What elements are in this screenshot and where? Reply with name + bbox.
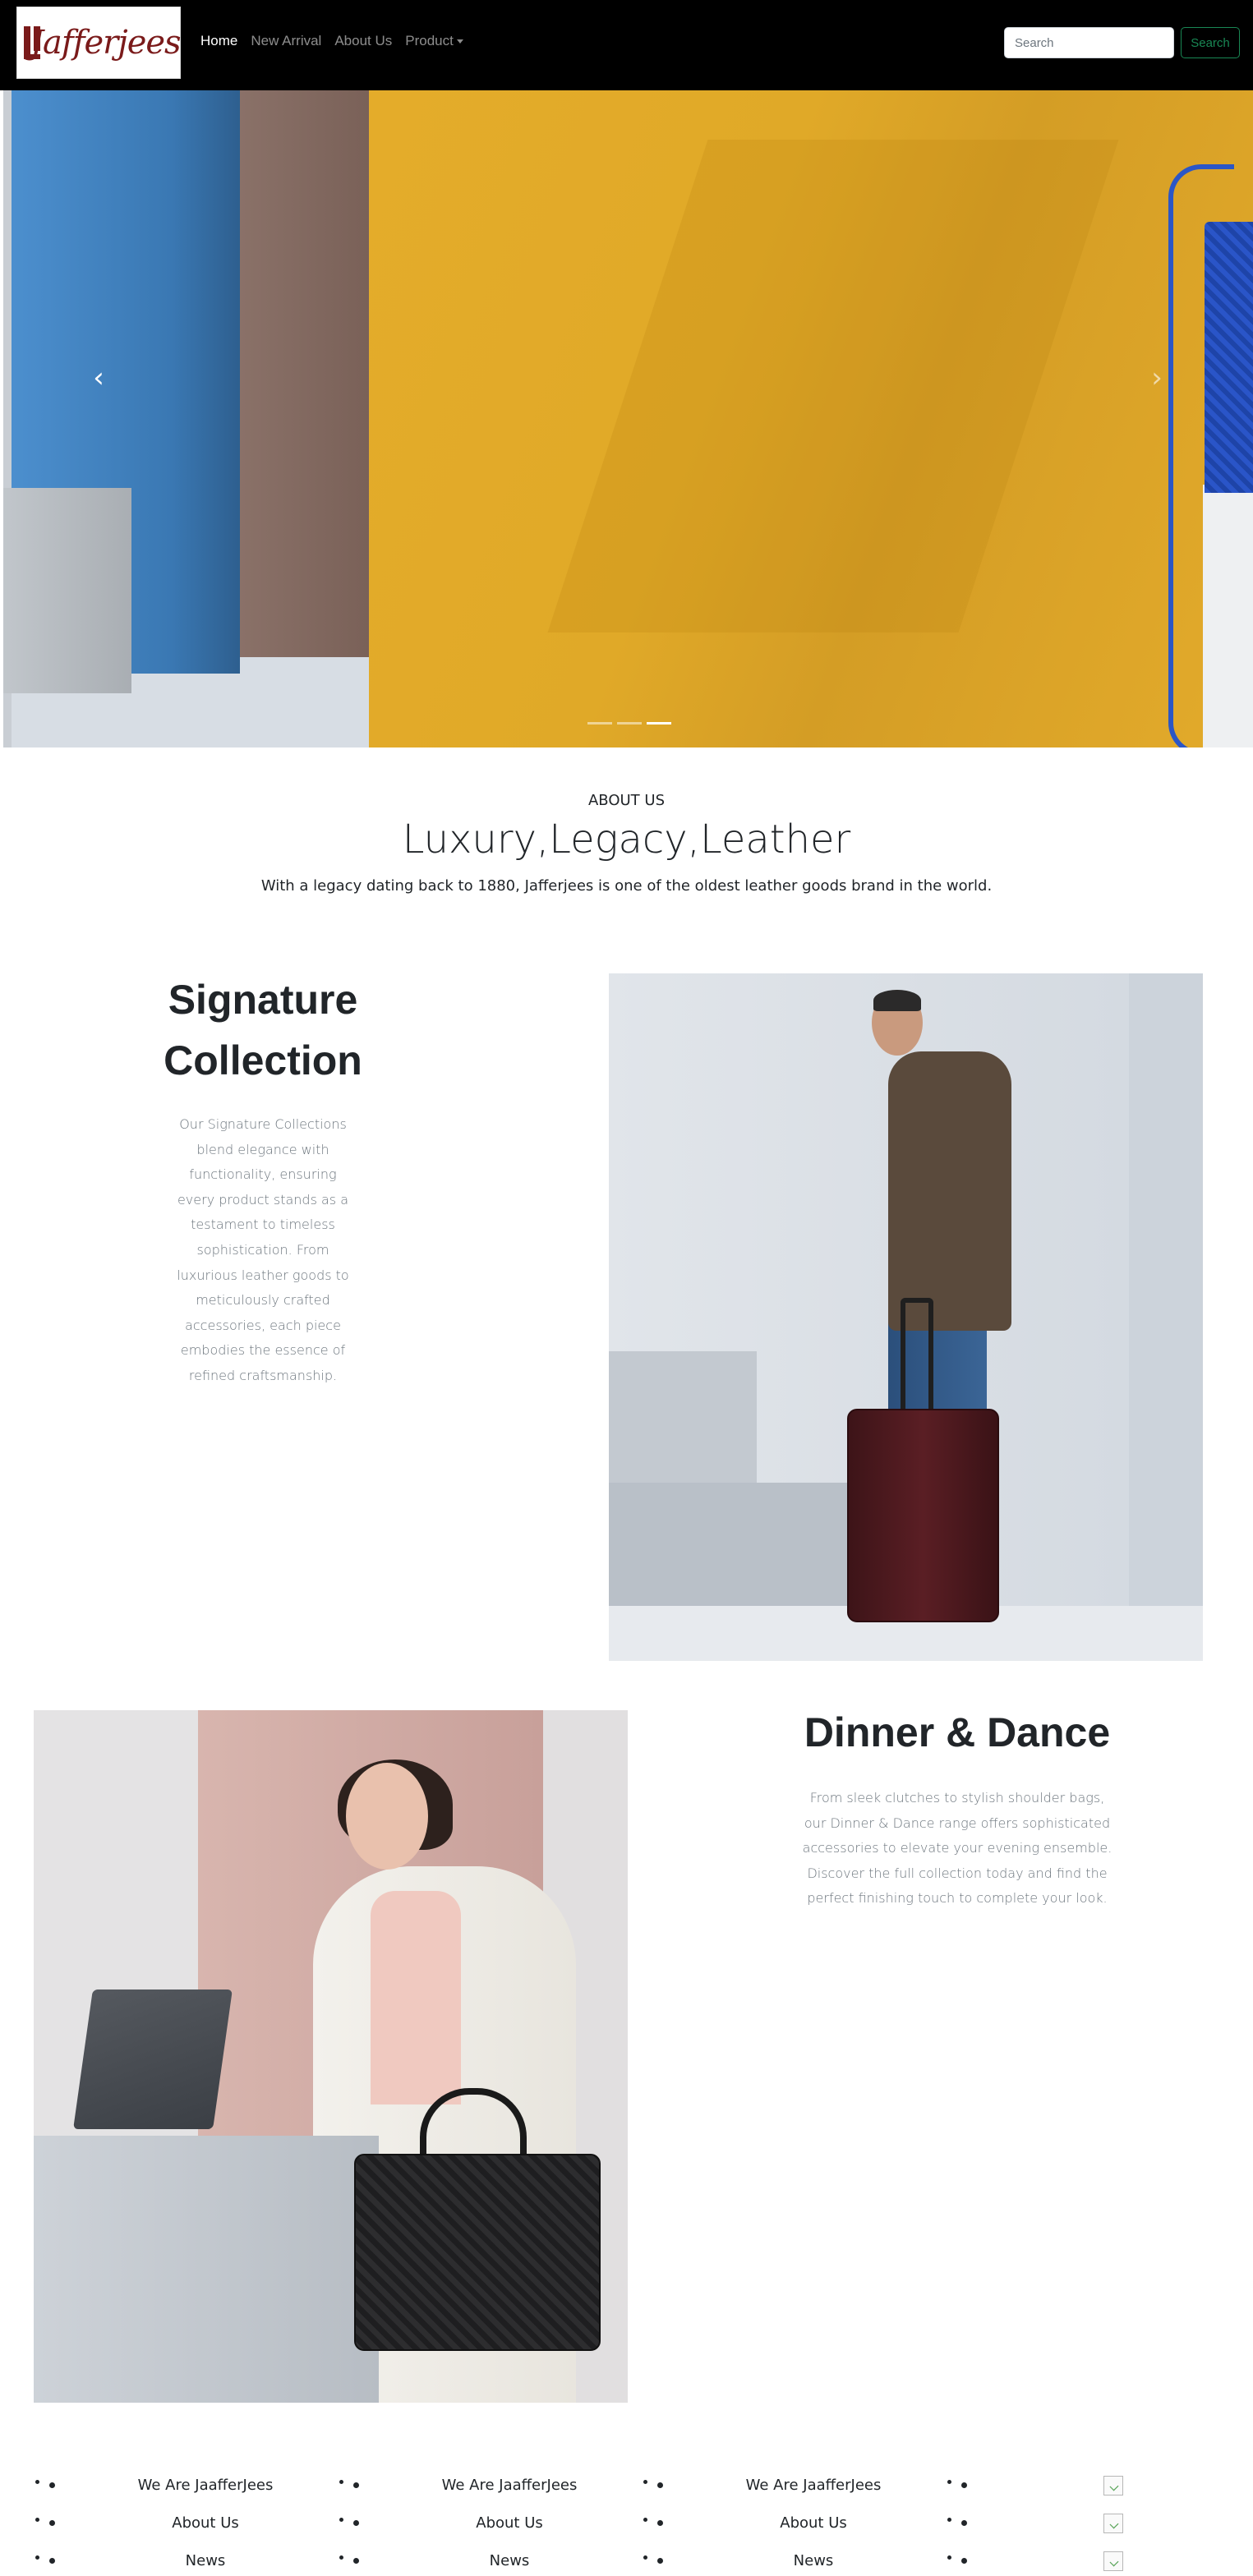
footer-column-2: We Are JaafferJees About Us News	[353, 2472, 657, 2576]
brand-logo[interactable]: Jafferjees	[16, 7, 182, 79]
about-title: Luxury,Legacy,Leather	[402, 816, 851, 862]
search-button[interactable]: Search	[1181, 27, 1240, 58]
nav-link-product-label: Product	[405, 33, 454, 48]
footer-link-we-are[interactable]: We Are JaafferJees	[690, 2472, 937, 2499]
dinner-dance-body: From sleek clutches to stylish shoulder …	[802, 1790, 1112, 1907]
dinner-dance-photo	[34, 1710, 628, 2403]
footer-link-about-us[interactable]: About Us	[386, 2510, 633, 2537]
carousel-indicator-2[interactable]	[617, 722, 642, 724]
list-item	[961, 2548, 1253, 2576]
laptop	[73, 1990, 233, 2129]
signature-title-line2: Collection	[164, 1037, 362, 1083]
signature-body: Our Signature Collections blend elegance…	[177, 1116, 349, 1383]
list-item: About Us	[657, 2510, 961, 2548]
carousel-indicator-3[interactable]	[647, 722, 671, 724]
suitcase	[847, 1409, 999, 1622]
list-item: News	[49, 2548, 353, 2576]
footer-column-4	[961, 2472, 1253, 2576]
carousel-indicators	[587, 722, 671, 724]
hero-carousel: ‹ ›	[3, 90, 1253, 748]
list-item: News	[353, 2548, 657, 2576]
carousel-indicator-1[interactable]	[587, 722, 612, 724]
nav-link-home[interactable]: Home	[200, 33, 237, 49]
list-item	[961, 2472, 1253, 2510]
signature-title-line1: Signature	[168, 977, 358, 1023]
signature-photo	[609, 973, 1203, 1661]
about-subtitle: With a legacy dating back to 1880, Jaffe…	[260, 877, 993, 895]
about-eyebrow: ABOUT US	[587, 792, 665, 809]
list-item: We Are JaafferJees	[49, 2472, 353, 2510]
dinner-dance-title: Dinner & Dance	[804, 1709, 1111, 1755]
search-input[interactable]	[1004, 27, 1174, 58]
list-item: News	[657, 2548, 961, 2576]
nav-link-new-arrival[interactable]: New Arrival	[251, 33, 321, 49]
navbar: Jafferjees Home New Arrival About Us Pro…	[0, 0, 1253, 90]
list-item: We Are JaafferJees	[353, 2472, 657, 2510]
list-item	[961, 2510, 1253, 2548]
caret-down-icon	[456, 39, 463, 44]
footer-link-about-us[interactable]: About Us	[690, 2510, 937, 2537]
nav-link-about-us[interactable]: About Us	[334, 33, 392, 49]
broken-image-icon[interactable]	[1103, 2551, 1123, 2571]
brand-text: Jafferjees	[30, 24, 182, 62]
nav-link-product-dropdown[interactable]: Product	[405, 33, 463, 49]
footer-column-1: We Are JaafferJees About Us News	[49, 2472, 353, 2576]
nav-links: Home New Arrival About Us Product	[200, 33, 463, 49]
footer: We Are JaafferJees About Us News We Are …	[0, 2472, 1253, 2576]
woven-bag	[354, 2154, 601, 2351]
signature-title: Signature Collection	[140, 969, 386, 1091]
footer-link-news[interactable]: News	[690, 2548, 937, 2574]
broken-image-icon[interactable]	[1103, 2476, 1123, 2496]
broken-image-icon[interactable]	[1103, 2514, 1123, 2533]
footer-column-3: We Are JaafferJees About Us News	[657, 2472, 961, 2576]
list-item: About Us	[353, 2510, 657, 2548]
footer-link-about-us[interactable]: About Us	[82, 2510, 329, 2537]
list-item: About Us	[49, 2510, 353, 2548]
footer-link-we-are[interactable]: We Are JaafferJees	[386, 2472, 633, 2499]
list-item: We Are JaafferJees	[657, 2472, 961, 2510]
chevron-left-icon[interactable]: ‹	[82, 361, 115, 394]
footer-link-we-are[interactable]: We Are JaafferJees	[82, 2472, 329, 2499]
footer-link-news[interactable]: News	[386, 2548, 633, 2574]
blue-bag	[1205, 222, 1253, 493]
chevron-right-icon[interactable]: ›	[1140, 361, 1173, 394]
footer-link-news[interactable]: News	[82, 2548, 329, 2574]
